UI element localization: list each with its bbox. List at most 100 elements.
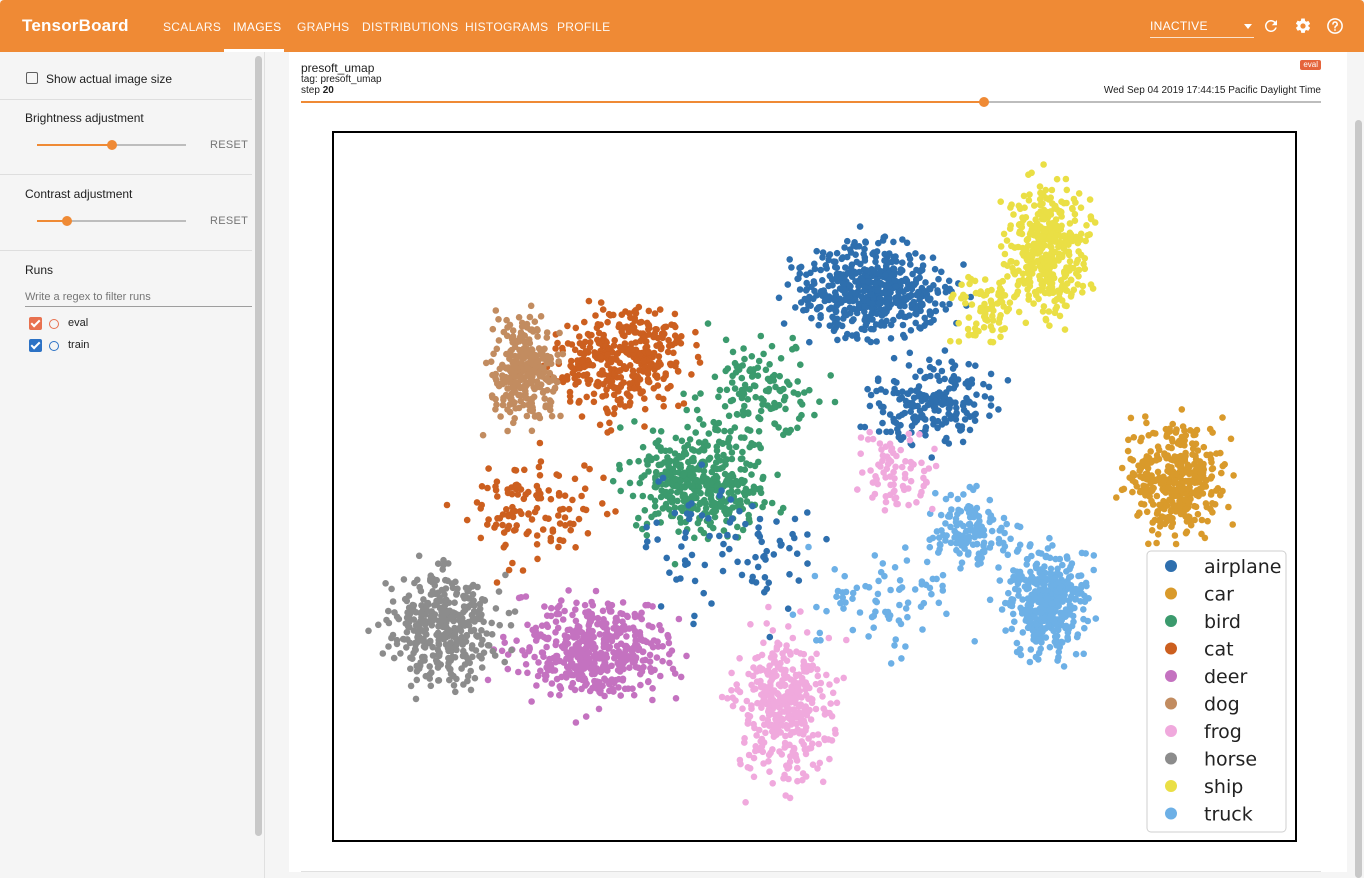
scatter-point-cat <box>484 484 491 492</box>
tab-graphs[interactable]: GRAPHS <box>297 20 349 34</box>
scatter-point-airplane <box>935 359 943 366</box>
scatter-point-horse <box>460 681 467 688</box>
scatter-point-cat <box>580 371 588 379</box>
scatter-point-airplane <box>890 265 898 273</box>
scatter-point-cat <box>626 310 633 317</box>
scatter-point-car <box>1153 492 1161 500</box>
tab-scalars[interactable]: SCALARS <box>163 20 221 34</box>
scatter-point-frog <box>819 693 826 700</box>
contrast-slider[interactable] <box>37 216 186 226</box>
scatter-point-deer <box>626 664 633 671</box>
scatter-point-deer <box>501 639 508 646</box>
scatter-point-bird <box>723 386 731 394</box>
step-slider-knob[interactable] <box>979 97 990 107</box>
brightness-reset-button[interactable]: RESET <box>210 139 248 151</box>
scatter-point-frog <box>754 654 762 661</box>
scatter-point-horse <box>417 587 425 595</box>
run-eval-checkbox[interactable] <box>29 317 42 330</box>
scatter-point-horse <box>411 645 419 653</box>
scatter-point-cat <box>569 496 576 504</box>
tab-profile[interactable]: PROFILE <box>557 20 610 34</box>
scatter-point-airplane <box>752 553 759 561</box>
scatter-point-frog <box>833 699 841 707</box>
scatter-point-bird <box>674 497 681 505</box>
scatter-point-ship <box>1040 161 1047 168</box>
scatter-point-airplane <box>867 338 875 346</box>
scatter-point-cat <box>626 402 633 409</box>
scatter-point-truck <box>1002 627 1009 634</box>
scatter-point-frog <box>733 681 740 688</box>
scatter-point-horse <box>426 663 433 670</box>
scatter-point-bird <box>721 403 729 410</box>
run-filter-input[interactable] <box>25 288 252 307</box>
tab-distributions[interactable]: DISTRIBUTIONS <box>362 20 459 34</box>
scatter-point-horse <box>447 639 454 646</box>
contrast-reset-button[interactable]: RESET <box>210 215 248 227</box>
scatter-point-frog <box>760 639 767 647</box>
scatter-point-airplane <box>942 306 950 313</box>
scatter-point-deer <box>590 652 598 660</box>
step-slider[interactable] <box>301 97 1321 107</box>
show-actual-size-checkbox[interactable] <box>26 72 38 84</box>
sidebar-scrollbar[interactable] <box>255 56 262 836</box>
scatter-point-car <box>1144 465 1152 472</box>
scatter-point-deer <box>564 626 572 634</box>
scatter-point-frog <box>823 671 830 679</box>
scatter-point-ship <box>1069 204 1076 212</box>
scatter-point-ship <box>948 294 955 302</box>
scatter-point-truck <box>902 605 910 612</box>
scatter-point-truck <box>937 511 945 519</box>
scatter-point-truck <box>1038 597 1045 605</box>
scatter-point-airplane <box>761 574 769 581</box>
tab-images[interactable]: IMAGES <box>233 20 281 34</box>
scatter-point-cat <box>492 483 499 490</box>
tab-histograms[interactable]: HISTOGRAMS <box>465 20 548 34</box>
scatter-point-frog <box>762 729 769 737</box>
scatter-point-airplane <box>900 331 907 339</box>
scatter-point-car <box>1127 414 1135 422</box>
scatter-point-truck <box>1013 639 1021 647</box>
status-value: INACTIVE <box>1150 19 1208 33</box>
scatter-point-cat <box>626 393 634 400</box>
scatter-point-frog <box>767 749 774 757</box>
scatter-point-deer <box>575 675 583 683</box>
scatter-point-truck <box>789 611 797 618</box>
status-select[interactable]: INACTIVE <box>1150 19 1254 38</box>
scatter-point-ship <box>1024 286 1031 293</box>
scatter-point-dog <box>555 358 562 365</box>
brightness-slider-knob[interactable] <box>106 140 117 150</box>
refresh-icon[interactable] <box>1262 17 1280 35</box>
scatter-point-car <box>1168 523 1175 530</box>
scatter-point-bird <box>831 398 839 406</box>
scatter-point-deer <box>568 671 575 679</box>
scatter-point-airplane <box>985 383 993 391</box>
help-icon[interactable] <box>1326 17 1344 35</box>
card-tag: tag: presoft_umap <box>301 74 382 85</box>
scatter-point-cat <box>597 353 604 361</box>
scatter-point-cat <box>607 427 615 434</box>
scatter-point-horse <box>450 682 458 689</box>
scatter-point-frog <box>867 467 874 474</box>
scatter-point-ship <box>1066 258 1074 265</box>
gear-icon[interactable] <box>1294 17 1312 35</box>
scatter-point-bird <box>734 488 741 495</box>
scatter-point-car <box>1203 503 1211 511</box>
run-train-color-icon <box>49 341 59 351</box>
scatter-point-deer <box>586 658 593 666</box>
scatter-point-bird <box>679 453 686 461</box>
scatter-point-horse <box>440 616 448 624</box>
scatter-point-frog <box>758 743 766 750</box>
contrast-slider-knob[interactable] <box>61 216 72 226</box>
scatter-point-dog <box>490 350 497 358</box>
scatter-point-airplane <box>886 411 894 418</box>
scatter-point-frog <box>908 460 916 467</box>
scatter-point-cat <box>443 501 451 509</box>
brightness-slider[interactable] <box>37 140 186 150</box>
scatter-point-frog <box>891 487 898 495</box>
scatter-point-bird <box>617 487 624 495</box>
scatter-point-airplane <box>817 266 824 274</box>
scatter-point-bird <box>678 437 686 445</box>
scatter-point-airplane <box>847 309 854 317</box>
scatter-point-cat <box>499 511 507 518</box>
run-train-checkbox[interactable] <box>29 339 42 352</box>
